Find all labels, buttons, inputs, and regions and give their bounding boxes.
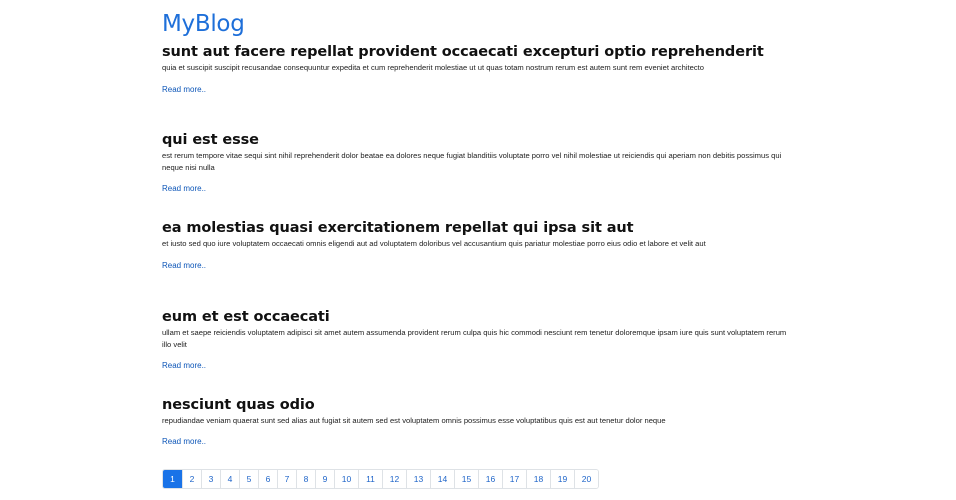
read-more-link[interactable]: Read more.. xyxy=(162,85,206,95)
page-link-12[interactable]: 12 xyxy=(382,470,406,488)
page-link-5[interactable]: 5 xyxy=(239,470,258,488)
post-title: ea molestias quasi exercitationem repell… xyxy=(162,220,634,236)
read-more-link[interactable]: Read more.. xyxy=(162,184,206,194)
page-link-14[interactable]: 14 xyxy=(430,470,454,488)
page-link-13[interactable]: 13 xyxy=(406,470,430,488)
read-more-link[interactable]: Read more.. xyxy=(162,261,206,271)
post-item: nesciunt quas odio repudiandae veniam qu… xyxy=(162,396,794,448)
pagination: 1 2 3 4 5 6 7 8 9 10 11 12 13 14 15 16 1… xyxy=(162,469,599,489)
post-item: sunt aut facere repellat provident occae… xyxy=(162,43,794,96)
page-link-3[interactable]: 3 xyxy=(201,470,220,488)
post-body: repudiandae veniam quaerat sunt sed alia… xyxy=(162,416,666,425)
page-link-7[interactable]: 7 xyxy=(277,470,296,488)
page-link-20[interactable]: 20 xyxy=(574,470,598,488)
read-more-link[interactable]: Read more.. xyxy=(162,361,206,371)
read-more-link[interactable]: Read more.. xyxy=(162,437,206,447)
page-link-9[interactable]: 9 xyxy=(315,470,334,488)
page-link-8[interactable]: 8 xyxy=(296,470,315,488)
post-item: qui est esse est rerum tempore vitae seq… xyxy=(162,131,794,195)
page-link-15[interactable]: 15 xyxy=(454,470,478,488)
post-title: sunt aut facere repellat provident occae… xyxy=(162,44,764,60)
site-brand[interactable]: MyBlog xyxy=(162,10,245,38)
post-title: eum et est occaecati xyxy=(162,309,330,325)
page-link-10[interactable]: 10 xyxy=(334,470,358,488)
page-link-16[interactable]: 16 xyxy=(478,470,502,488)
post-body: quia et suscipit suscipit recusandae con… xyxy=(162,63,704,72)
post-item: eum et est occaecati ullam et saepe reic… xyxy=(162,308,794,372)
post-body: ullam et saepe reiciendis voluptatem adi… xyxy=(162,328,787,349)
main-content: MyBlog sunt aut facere repellat providen… xyxy=(162,10,802,446)
post-body: et iusto sed quo iure voluptatem occaeca… xyxy=(162,239,706,248)
page-link-2[interactable]: 2 xyxy=(182,470,201,488)
post-body: est rerum tempore vitae sequi sint nihil… xyxy=(162,151,782,172)
post-title: qui est esse xyxy=(162,132,259,148)
page-link-6[interactable]: 6 xyxy=(258,470,277,488)
page-link-17[interactable]: 17 xyxy=(502,470,526,488)
page-link-11[interactable]: 11 xyxy=(358,470,382,488)
page-link-4[interactable]: 4 xyxy=(220,470,239,488)
post-title: nesciunt quas odio xyxy=(162,397,315,413)
page-link-1[interactable]: 1 xyxy=(163,470,182,488)
page-link-18[interactable]: 18 xyxy=(526,470,550,488)
post-item: ea molestias quasi exercitationem repell… xyxy=(162,219,794,272)
page-link-19[interactable]: 19 xyxy=(550,470,574,488)
